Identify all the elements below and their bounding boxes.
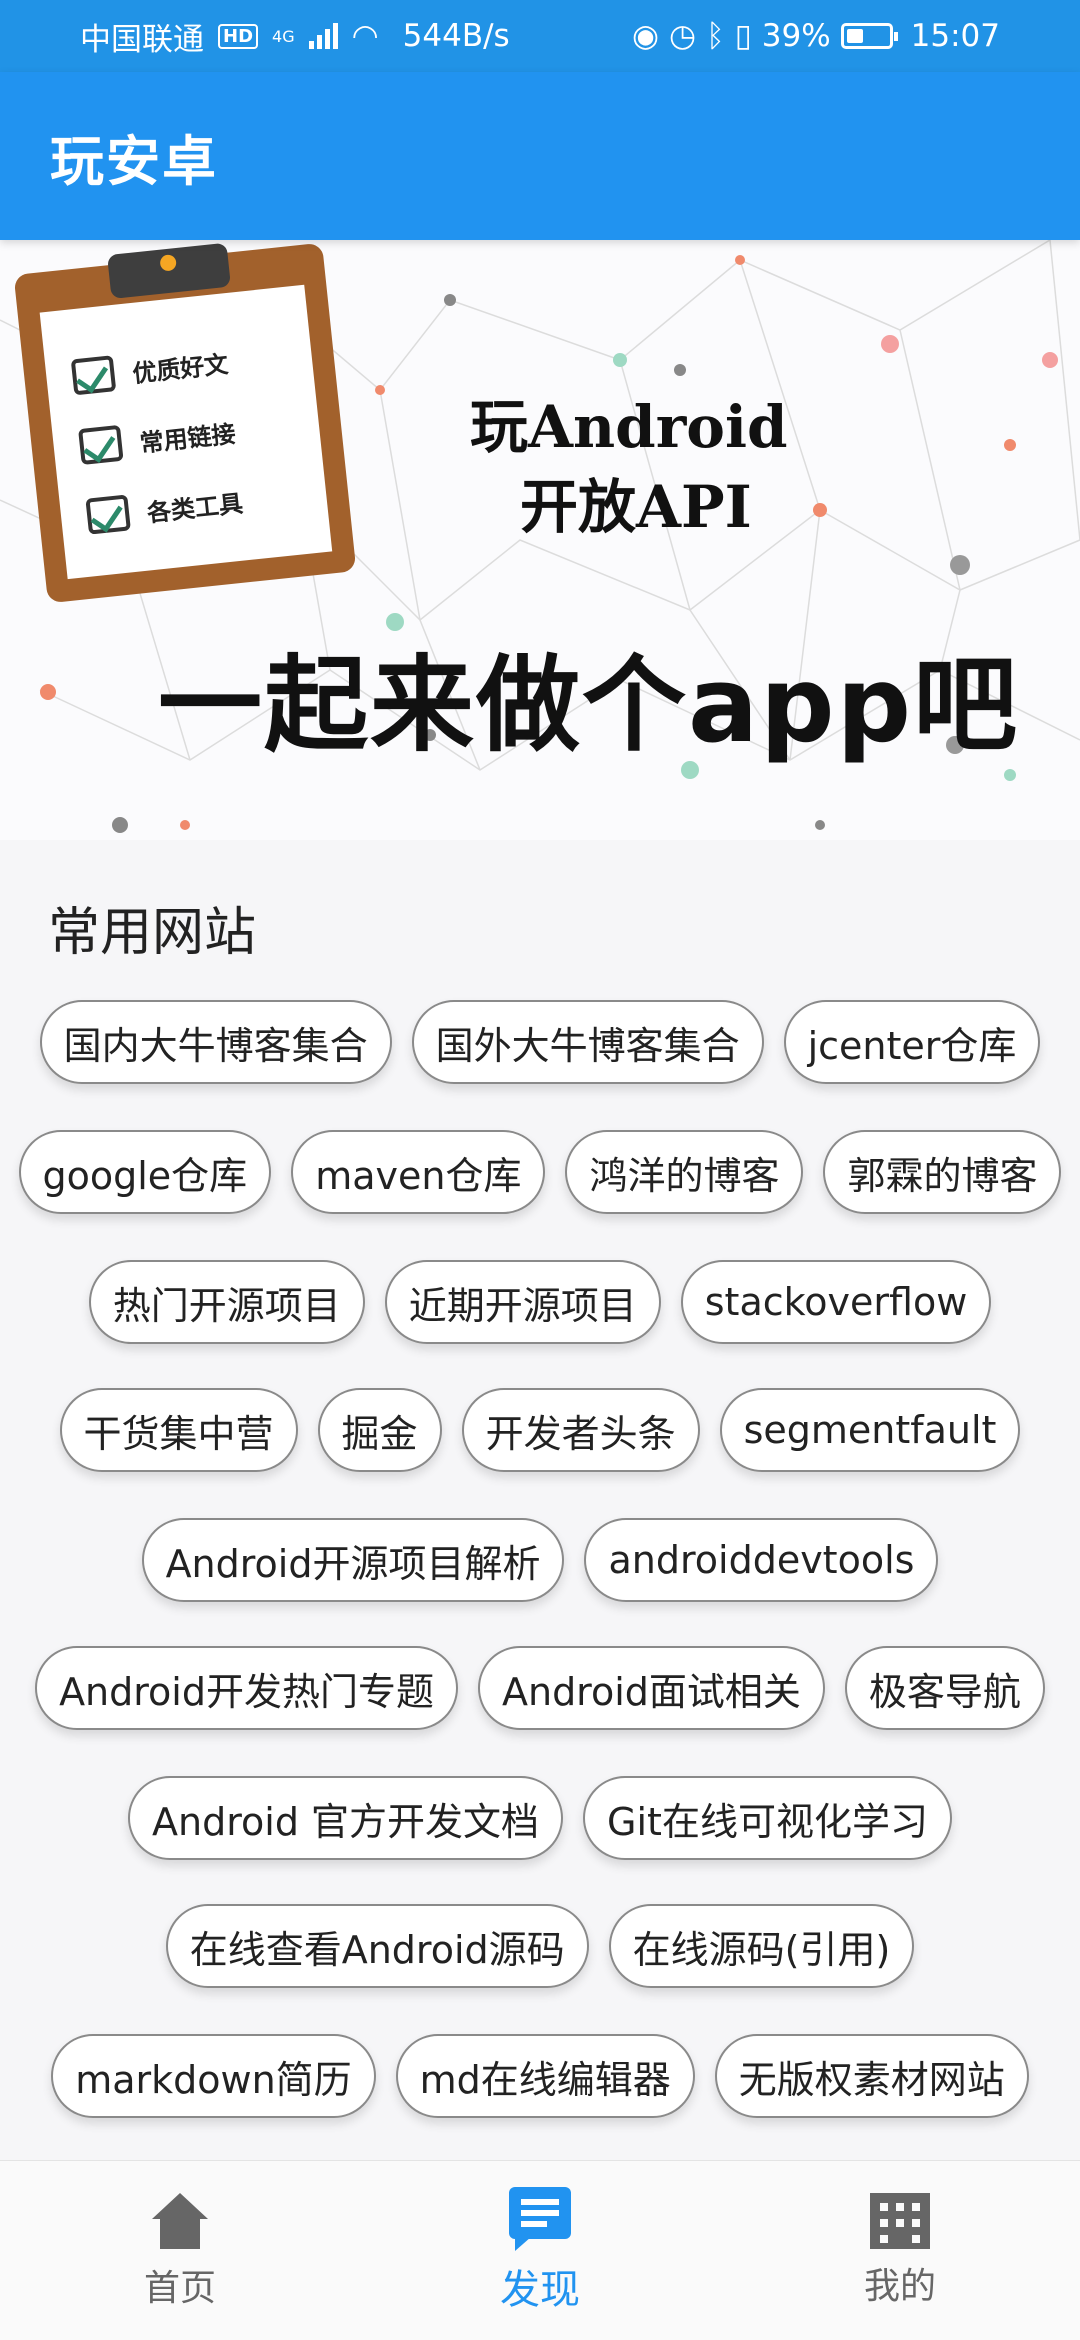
site-chip[interactable]: 近期开源项目 — [384, 1260, 661, 1344]
bottom-navigation: 首页 发现 我的 — [0, 2160, 1080, 2340]
battery-percent: 39% — [761, 18, 831, 54]
eye-icon: ◉ — [631, 18, 660, 54]
building-icon — [870, 2192, 930, 2249]
nav-discover-label: 发现 — [500, 2266, 580, 2313]
chip-row: Android开源项目解析 androiddevtools — [0, 1518, 1080, 1606]
site-chip[interactable]: Android面试相关 — [477, 1646, 825, 1730]
nav-home[interactable]: 首页 — [0, 2161, 360, 2340]
hd-icon: HD — [218, 23, 259, 49]
nav-mine[interactable]: 我的 — [720, 2161, 1080, 2340]
site-chip[interactable]: Git在线可视化学习 — [583, 1776, 952, 1860]
banner-heading-line1: 玩Android — [470, 393, 788, 461]
nav-discover[interactable]: 发现 — [360, 2161, 720, 2340]
site-chip[interactable]: Android 官方开发文档 — [128, 1776, 564, 1860]
chip-row: Android开发热门专题 Android面试相关 极客导航 — [0, 1646, 1080, 1734]
chip-row: 在线查看Android源码 在线源码(引用) — [0, 1904, 1080, 1992]
section-title: 常用网站 — [48, 903, 257, 963]
app-title: 玩安卓 — [50, 129, 218, 193]
network-speed: 544B/s — [402, 18, 510, 54]
site-chip[interactable]: 开发者头条 — [461, 1388, 700, 1472]
chip-row: google仓库 maven仓库 鸿洋的博客 郭霖的博客 — [0, 1130, 1080, 1218]
site-chip[interactable]: Android开源项目解析 — [141, 1518, 565, 1602]
site-chip[interactable]: segmentfault — [719, 1388, 1021, 1472]
site-chip[interactable]: 国内大牛博客集合 — [39, 1000, 392, 1084]
site-chip[interactable]: 干货集中营 — [59, 1388, 298, 1472]
site-chip[interactable]: 在线源码(引用) — [608, 1904, 915, 1988]
chip-row: Android 官方开发文档 Git在线可视化学习 — [0, 1776, 1080, 1864]
checkbox-icon — [85, 494, 131, 535]
site-chip[interactable]: 国外大牛博客集合 — [411, 1000, 764, 1084]
site-chip[interactable]: 热门开源项目 — [88, 1260, 365, 1344]
battery-icon — [840, 23, 898, 49]
site-chip[interactable]: 郭霖的博客 — [823, 1130, 1062, 1214]
checkbox-icon — [78, 424, 124, 466]
site-chip[interactable]: maven仓库 — [291, 1130, 546, 1214]
site-chip[interactable]: markdown简历 — [51, 2034, 376, 2118]
chip-row: 国内大牛博客集合 国外大牛博客集合 jcenter仓库 — [0, 1000, 1080, 1088]
app-bar: 玩安卓 — [0, 72, 1080, 240]
clipboard-illustration: 优质好文 常用链接 各类工具 — [13, 242, 357, 604]
site-chip[interactable]: jcenter仓库 — [783, 1000, 1041, 1084]
site-chip[interactable]: md在线编辑器 — [395, 2034, 695, 2118]
signal-icon — [308, 23, 338, 49]
site-chip[interactable]: 掘金 — [317, 1388, 442, 1472]
status-bar: 中国联通 HD 4G ◠ 544B/s ◉ ◷ ᛒ ▯ 39% 15:07 — [0, 0, 1080, 72]
banner-heading-line2: 开放API — [520, 473, 752, 541]
chip-row: 热门开源项目 近期开源项目 stackoverflow — [0, 1260, 1080, 1348]
wifi-icon: ◠ — [351, 18, 379, 54]
site-chip[interactable]: stackoverflow — [680, 1260, 992, 1344]
chip-row: 干货集中营 掘金 开发者头条 segmentfault — [0, 1388, 1080, 1476]
site-chip[interactable]: Android开发热门专题 — [35, 1646, 458, 1730]
site-chip[interactable]: androiddevtools — [584, 1518, 939, 1602]
site-chip[interactable]: 在线查看Android源码 — [165, 1904, 589, 1988]
alarm-icon: ◷ — [669, 18, 697, 54]
site-chip[interactable]: 鸿洋的博客 — [565, 1130, 804, 1214]
network-type: 4G — [272, 26, 295, 46]
banner-image[interactable]: 优质好文 常用链接 各类工具 玩Android 开放API 一起来做个app吧 — [0, 240, 1080, 840]
checkbox-icon — [70, 355, 117, 396]
bluetooth-icon: ᛒ — [706, 18, 725, 54]
banner-slogan: 一起来做个app吧 — [158, 644, 1020, 766]
site-chip[interactable]: google仓库 — [18, 1130, 272, 1214]
carrier-label: 中国联通 — [80, 21, 204, 58]
nav-home-label: 首页 — [143, 2267, 216, 2309]
vibrate-icon: ▯ — [734, 18, 752, 54]
site-chip[interactable]: 极客导航 — [844, 1646, 1045, 1730]
clock: 15:07 — [910, 18, 1000, 54]
chat-icon — [509, 2186, 571, 2251]
home-icon — [150, 2191, 210, 2251]
chip-row: markdown简历 md在线编辑器 无版权素材网站 — [0, 2034, 1080, 2122]
site-chip[interactable]: 无版权素材网站 — [714, 2034, 1029, 2118]
nav-mine-label: 我的 — [863, 2265, 936, 2307]
